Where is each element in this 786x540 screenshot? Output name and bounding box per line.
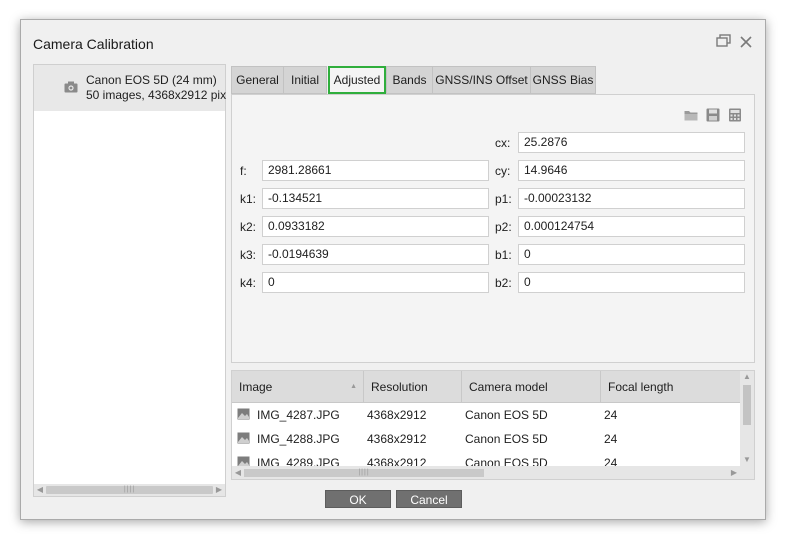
k2-label: k2: [240,220,257,234]
k2-field[interactable]: 0.0933182 [262,216,489,237]
scrollbar-thumb[interactable]: |||| [244,469,484,477]
cell-focal-length: 24 [604,408,618,422]
cell-image: IMG_4287.JPG [257,408,340,422]
dialog-title: Camera Calibration [33,36,154,52]
cell-image: IMG_4288.JPG [257,432,340,446]
restore-window-icon[interactable] [715,34,733,52]
scrollbar-thumb[interactable] [743,385,751,425]
k4-field[interactable]: 0 [262,272,489,293]
camera-list-hscrollbar[interactable]: ◀ |||| ▶ [34,484,225,496]
cell-resolution: 4368x2912 [367,432,427,446]
cell-camera-model: Canon EOS 5D [465,432,548,446]
camera-icon [64,81,78,93]
camera-name: Canon EOS 5D (24 mm) [86,73,217,87]
table-header: Image ▲ Resolution Camera model Focal le… [232,371,742,403]
p2-field[interactable]: 0.000124754 [518,216,745,237]
scroll-right-arrow-icon[interactable]: ▶ [728,466,740,479]
k1-field[interactable]: -0.134521 [262,188,489,209]
images-table: Image ▲ Resolution Camera model Focal le… [231,370,755,480]
cell-camera-model: Canon EOS 5D [465,408,548,422]
tab-initial[interactable]: Initial [283,66,327,94]
column-header-focal-length[interactable]: Focal length [601,371,742,403]
table-row[interactable]: IMG_4288.JPG 4368x2912 Canon EOS 5D 24 [232,427,742,451]
image-thumbnail-icon [237,432,250,444]
column-header-camera-model[interactable]: Camera model [462,371,601,403]
scroll-down-arrow-icon[interactable]: ▼ [740,454,754,466]
save-icon[interactable] [706,108,720,122]
b1-field[interactable]: 0 [518,244,745,265]
sort-up-icon: ▲ [350,383,357,390]
scroll-left-arrow-icon[interactable]: ◀ [34,484,46,496]
tab-gnss-ins-offset[interactable]: GNSS/INS Offset [432,66,531,94]
k3-field[interactable]: -0.0194639 [262,244,489,265]
k3-label: k3: [240,248,257,262]
cy-field[interactable]: 14.9646 [518,160,745,181]
camera-details: 50 images, 4368x2912 pix [86,88,227,102]
p1-field[interactable]: -0.00023132 [518,188,745,209]
table-vscrollbar[interactable]: ▲ ▼ [740,371,754,466]
p2-label: p2: [495,220,512,234]
cancel-button[interactable]: Cancel [396,490,462,508]
tab-bands[interactable]: Bands [386,66,433,94]
column-header-label: Image [239,380,273,394]
scroll-right-arrow-icon[interactable]: ▶ [213,484,225,496]
cx-label: cx: [495,136,511,150]
folder-icon[interactable] [684,108,698,122]
k1-label: k1: [240,192,257,206]
p1-label: p1: [495,192,512,206]
column-header-image[interactable]: Image ▲ [232,371,364,403]
scroll-left-arrow-icon[interactable]: ◀ [232,466,244,479]
table-hscrollbar[interactable]: ◀ |||| ▶ [232,466,754,479]
b1-label: b1: [495,248,512,262]
cell-focal-length: 24 [604,432,618,446]
k4-label: k4: [240,276,257,290]
cx-field[interactable]: 25.2876 [518,132,745,153]
table-row[interactable]: IMG_4287.JPG 4368x2912 Canon EOS 5D 24 [232,403,742,427]
scrollbar-thumb[interactable]: |||| [46,486,213,494]
image-thumbnail-icon [237,408,250,420]
cy-label: cy: [495,164,511,178]
b2-label: b2: [495,276,512,290]
tab-gnss-bias[interactable]: GNSS Bias [530,66,596,94]
calculator-icon[interactable] [728,108,742,122]
cell-resolution: 4368x2912 [367,408,427,422]
camera-list-item[interactable]: Canon EOS 5D (24 mm) 50 images, 4368x291… [34,65,227,111]
tab-general[interactable]: General [231,66,284,94]
camera-list: Canon EOS 5D (24 mm) 50 images, 4368x291… [33,64,226,497]
adjusted-panel: cx: 25.2876 f: 2981.28661 cy: 14.9646 k1… [231,94,755,363]
ok-button[interactable]: OK [325,490,391,508]
close-icon[interactable] [737,34,755,52]
b2-field[interactable]: 0 [518,272,745,293]
f-field[interactable]: 2981.28661 [262,160,489,181]
camera-calibration-dialog: Camera Calibration Canon EOS 5D (24 mm) … [20,19,766,520]
f-label: f: [240,164,247,178]
column-header-resolution[interactable]: Resolution [364,371,462,403]
scroll-up-arrow-icon[interactable]: ▲ [740,371,754,383]
tab-adjusted[interactable]: Adjusted [328,66,386,94]
